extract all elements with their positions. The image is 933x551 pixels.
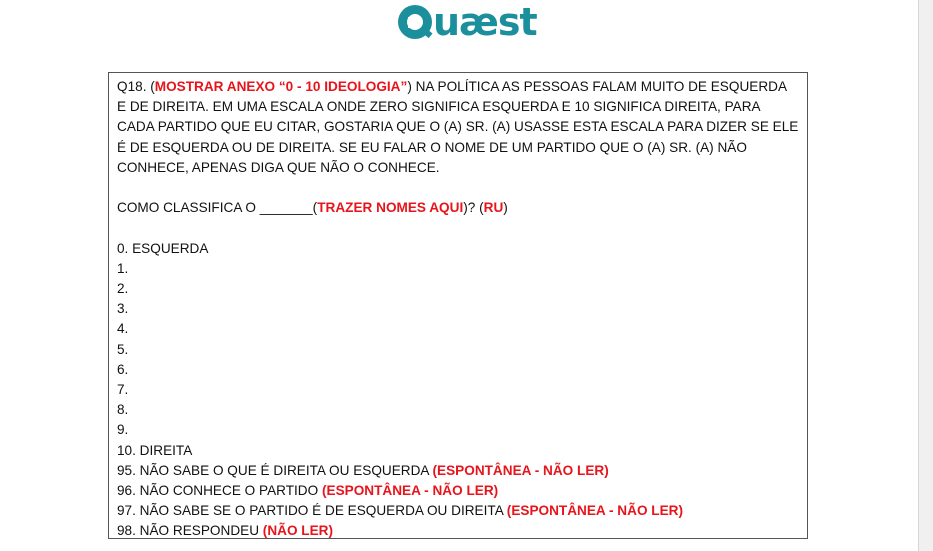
page-right-edge: [918, 0, 933, 551]
question-line-4: É DE ESQUERDA OU DE DIREITA. SE EU FALAR…: [117, 139, 747, 155]
special-option: 96. NÃO CONHECE O PARTIDO (ESPONTÂNEA - …: [117, 483, 499, 499]
scale-option: 6.: [117, 361, 129, 377]
question-box: Q18. (MOSTRAR ANEXO “0 - 10 IDEOLOGIA”) …: [108, 72, 808, 539]
question-line-5: CONHECE, APENAS DIGA QUE NÃO O CONHECE.: [117, 159, 440, 175]
question-line-3: CADA PARTIDO QUE EU CITAR, GOSTARIA QUE …: [117, 119, 799, 135]
special-option: 95. NÃO SABE O QUE É DIREITA OU ESQUERDA…: [117, 462, 609, 478]
bring-names-instruction: TRAZER NOMES AQUI: [317, 200, 464, 216]
scale-option: 9.: [117, 422, 129, 438]
scale-option: 2.: [117, 281, 129, 296]
quaest-logo: uæst: [398, 0, 538, 44]
question-line-2: E DE DIREITA. EM UMA ESCALA ONDE ZERO SI…: [117, 99, 761, 115]
show-annex-instruction: MOSTRAR ANEXO “0 - 10 IDEOLOGIA”: [154, 79, 408, 94]
scale-option: 3.: [117, 301, 129, 317]
scale-option: 10. DIREITA: [117, 442, 193, 458]
question-line-1: Q18. (MOSTRAR ANEXO “0 - 10 IDEOLOGIA”) …: [117, 79, 788, 94]
ru-instruction: RU: [483, 200, 504, 216]
scale-option: 7.: [117, 382, 129, 398]
scale-option: 4.: [117, 321, 129, 337]
special-option: 98. NÃO RESPONDEU (NÃO LER): [117, 523, 334, 539]
scale-option: 1.: [117, 260, 129, 276]
logo-wordmark: uæst: [433, 0, 538, 44]
scale-option: 5.: [117, 341, 129, 357]
scale-option: 0. ESQUERDA: [117, 240, 209, 256]
special-option: 97. NÃO SABE SE O PARTIDO É DE ESQUERDA …: [117, 503, 684, 519]
logo-q-icon: [398, 5, 432, 39]
classify-prompt: COMO CLASSIFICA O _______(TRAZER NOMES A…: [117, 200, 508, 216]
scale-option: 8.: [117, 402, 129, 418]
